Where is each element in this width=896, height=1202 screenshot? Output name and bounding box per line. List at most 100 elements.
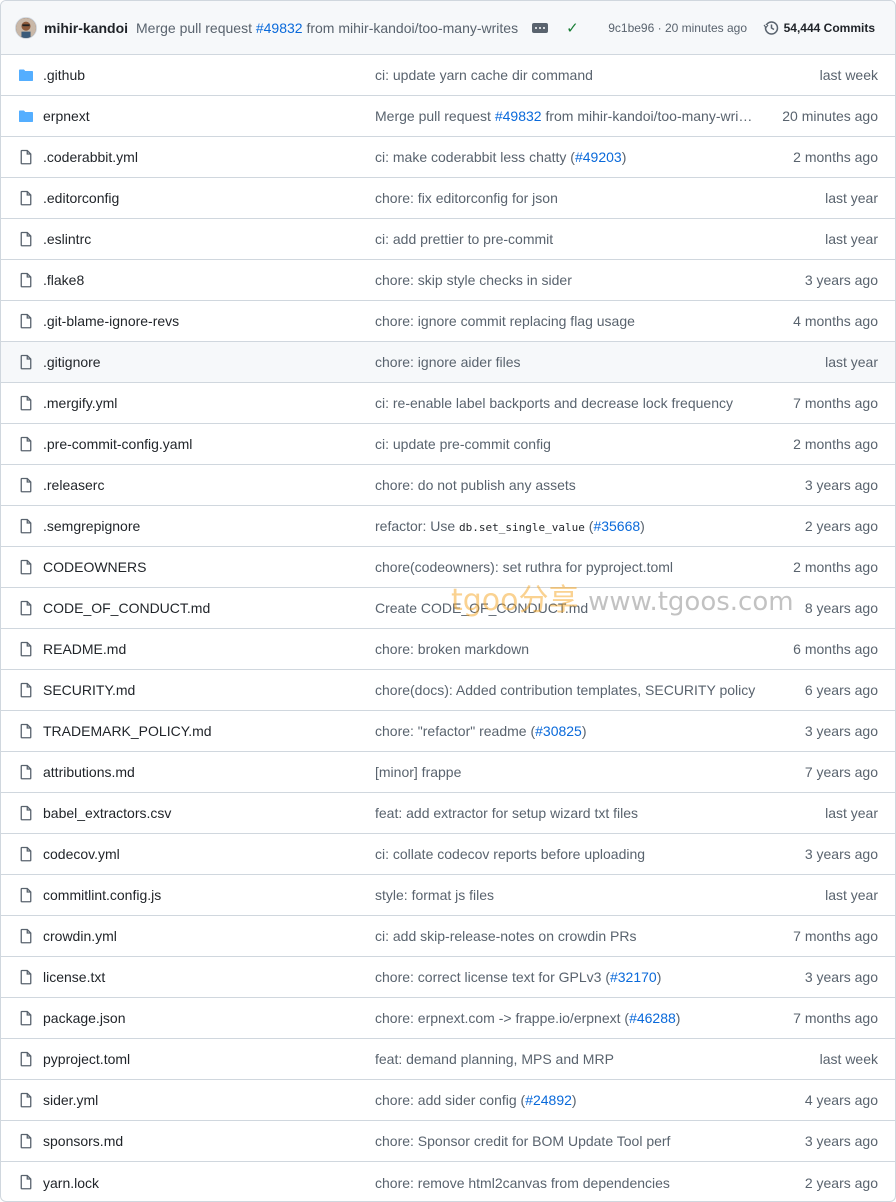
- file-name-link[interactable]: .gitignore: [43, 354, 101, 370]
- commit-message-link[interactable]: feat: demand planning, MPS and MRP: [375, 1051, 761, 1067]
- file-row[interactable]: pyproject.toml feat: demand planning, MPS…: [1, 1039, 895, 1080]
- commit-message-link[interactable]: refactor: Use db.set_single_value (#3566…: [375, 518, 761, 534]
- file-name-link[interactable]: .flake8: [43, 272, 84, 288]
- file-row[interactable]: TRADEMARK_POLICY.md chore: "refactor" rea…: [1, 711, 895, 752]
- commit-message[interactable]: Merge pull request #49832 from mihir-kan…: [136, 20, 518, 36]
- commit-message-link[interactable]: style: format js files: [375, 887, 761, 903]
- commit-message-link[interactable]: [minor] frappe: [375, 764, 761, 780]
- file-name-link[interactable]: SECURITY.md: [43, 682, 135, 698]
- file-row[interactable]: erpnext Merge pull request #49832 from mi…: [1, 96, 895, 137]
- pr-link[interactable]: #49832: [256, 20, 303, 36]
- file-name-link[interactable]: commitlint.config.js: [43, 887, 161, 903]
- commit-message-link[interactable]: chore: remove html2canvas from dependenc…: [375, 1175, 761, 1191]
- file-row[interactable]: .pre-commit-config.yaml ci: update pre-co…: [1, 424, 895, 465]
- file-row[interactable]: README.md chore: broken markdown 6 months …: [1, 629, 895, 670]
- file-name-link[interactable]: CODE_OF_CONDUCT.md: [43, 600, 210, 616]
- commit-message-link[interactable]: chore: broken markdown: [375, 641, 761, 657]
- commit-message-link[interactable]: chore: Sponsor credit for BOM Update Too…: [375, 1133, 761, 1149]
- commits-link[interactable]: 54,444 Commits: [763, 20, 875, 36]
- file-name-link[interactable]: babel_extractors.csv: [43, 805, 171, 821]
- commit-message-link[interactable]: ci: update yarn cache dir command: [375, 67, 761, 83]
- file-name-link[interactable]: package.json: [43, 1010, 126, 1026]
- pr-link[interactable]: #24892: [525, 1092, 572, 1108]
- commit-sha-time[interactable]: 9c1be96 · 20 minutes ago: [608, 21, 747, 35]
- commit-message-link[interactable]: chore(codeowners): set ruthra for pyproj…: [375, 559, 761, 575]
- file-row[interactable]: sponsors.md chore: Sponsor credit for BOM…: [1, 1121, 895, 1162]
- file-row[interactable]: crowdin.yml ci: add skip-release-notes on…: [1, 916, 895, 957]
- commit-message-link[interactable]: Create CODE_OF_CONDUCT.md: [375, 600, 761, 616]
- commit-message-link[interactable]: ci: collate codecov reports before uploa…: [375, 846, 761, 862]
- file-name-link[interactable]: CODEOWNERS: [43, 559, 146, 575]
- ellipsis-icon[interactable]: [532, 22, 549, 33]
- file-row[interactable]: SECURITY.md chore(docs): Added contributi…: [1, 670, 895, 711]
- pr-link[interactable]: #49832: [495, 108, 542, 124]
- file-name-link[interactable]: codecov.yml: [43, 846, 120, 862]
- file-name-link[interactable]: crowdin.yml: [43, 928, 117, 944]
- file-row[interactable]: package.json chore: erpnext.com -> frappe…: [1, 998, 895, 1039]
- pr-link[interactable]: #32170: [610, 969, 657, 985]
- file-name-link[interactable]: .coderabbit.yml: [43, 149, 138, 165]
- file-name-link[interactable]: license.txt: [43, 969, 105, 985]
- file-row[interactable]: commitlint.config.js style: format js fil…: [1, 875, 895, 916]
- file-name-link[interactable]: .semgrepignore: [43, 518, 140, 534]
- file-name-link[interactable]: .eslintrc: [43, 231, 91, 247]
- pr-link[interactable]: #49203: [575, 149, 622, 165]
- file-name-link[interactable]: README.md: [43, 641, 126, 657]
- check-icon[interactable]: ✓: [566, 19, 579, 37]
- file-row[interactable]: .mergify.yml ci: re-enable label backport…: [1, 383, 895, 424]
- file-row[interactable]: .coderabbit.yml ci: make coderabbit less …: [1, 137, 895, 178]
- file-row[interactable]: .eslintrc ci: add prettier to pre-commit l…: [1, 219, 895, 260]
- commit-message-link[interactable]: ci: re-enable label backports and decrea…: [375, 395, 761, 411]
- file-name-link[interactable]: attributions.md: [43, 764, 135, 780]
- commit-message-link[interactable]: feat: add extractor for setup wizard txt…: [375, 805, 761, 821]
- commit-message-link[interactable]: ci: add prettier to pre-commit: [375, 231, 761, 247]
- pr-link[interactable]: #35668: [593, 518, 640, 534]
- file-name-link[interactable]: erpnext: [43, 108, 90, 124]
- file-row[interactable]: .git-blame-ignore-revs chore: ignore comm…: [1, 301, 895, 342]
- file-icon: [18, 1174, 34, 1190]
- commit-message-link[interactable]: chore: correct license text for GPLv3 (#…: [375, 969, 761, 985]
- file-row[interactable]: .semgrepignore refactor: Use db.set_singl…: [1, 506, 895, 547]
- file-name-link[interactable]: yarn.lock: [43, 1175, 99, 1191]
- commit-message-link[interactable]: ci: update pre-commit config: [375, 436, 761, 452]
- file-row[interactable]: CODE_OF_CONDUCT.md Create CODE_OF_CONDUCT…: [1, 588, 895, 629]
- file-row[interactable]: babel_extractors.csv feat: add extractor …: [1, 793, 895, 834]
- commit-message-link[interactable]: chore(docs): Added contribution template…: [375, 682, 761, 698]
- pr-link[interactable]: #46288: [629, 1010, 676, 1026]
- commit-message-link[interactable]: chore: ignore commit replacing flag usag…: [375, 313, 761, 329]
- file-row[interactable]: attributions.md [minor] frappe 7 years ago: [1, 752, 895, 793]
- commit-message-link[interactable]: chore: "refactor" readme (#30825): [375, 723, 761, 739]
- file-row[interactable]: .editorconfig chore: fix editorconfig for…: [1, 178, 895, 219]
- file-row[interactable]: .flake8 chore: skip style checks in sider…: [1, 260, 895, 301]
- commit-message-link[interactable]: chore: fix editorconfig for json: [375, 190, 761, 206]
- commit-message-link[interactable]: Merge pull request #49832 from mihir-kan…: [375, 108, 761, 124]
- file-row[interactable]: codecov.yml ci: collate codecov reports b…: [1, 834, 895, 875]
- file-row[interactable]: .github ci: update yarn cache dir command…: [1, 55, 895, 96]
- file-name-link[interactable]: .editorconfig: [43, 190, 119, 206]
- commit-message-link[interactable]: chore: ignore aider files: [375, 354, 761, 370]
- file-row[interactable]: .releaserc chore: do not publish any asse…: [1, 465, 895, 506]
- file-row[interactable]: yarn.lock chore: remove html2canvas from …: [1, 1162, 895, 1201]
- file-name-link[interactable]: .git-blame-ignore-revs: [43, 313, 179, 329]
- file-name-link[interactable]: .mergify.yml: [43, 395, 117, 411]
- commit-message-link[interactable]: chore: add sider config (#24892): [375, 1092, 761, 1108]
- commit-message-link[interactable]: chore: skip style checks in sider: [375, 272, 761, 288]
- file-name-link[interactable]: sider.yml: [43, 1092, 98, 1108]
- file-name-link[interactable]: TRADEMARK_POLICY.md: [43, 723, 212, 739]
- file-name-link[interactable]: sponsors.md: [43, 1133, 123, 1149]
- commit-message-link[interactable]: chore: erpnext.com -> frappe.io/erpnext …: [375, 1010, 761, 1026]
- commit-message-link[interactable]: ci: add skip-release-notes on crowdin PR…: [375, 928, 761, 944]
- file-name-link[interactable]: .github: [43, 67, 85, 83]
- pr-link[interactable]: #30825: [535, 723, 582, 739]
- commit-message-link[interactable]: chore: do not publish any assets: [375, 477, 761, 493]
- commit-author[interactable]: mihir-kandoi: [44, 20, 128, 36]
- avatar[interactable]: [15, 16, 37, 39]
- file-row[interactable]: license.txt chore: correct license text f…: [1, 957, 895, 998]
- commit-message-link[interactable]: ci: make coderabbit less chatty (#49203): [375, 149, 761, 165]
- file-name-link[interactable]: .releaserc: [43, 477, 104, 493]
- file-name-link[interactable]: pyproject.toml: [43, 1051, 130, 1067]
- file-row[interactable]: .gitignore chore: ignore aider files last …: [1, 342, 895, 383]
- file-row[interactable]: CODEOWNERS chore(codeowners): set ruthra …: [1, 547, 895, 588]
- file-row[interactable]: sider.yml chore: add sider config (#24892…: [1, 1080, 895, 1121]
- file-name-link[interactable]: .pre-commit-config.yaml: [43, 436, 192, 452]
